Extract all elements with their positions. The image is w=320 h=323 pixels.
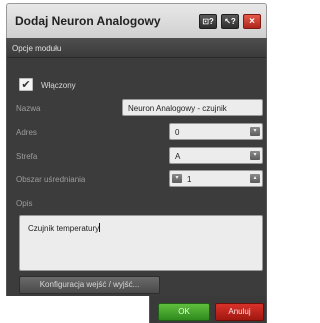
increment-icon[interactable]: ▴ <box>250 174 260 183</box>
name-label: Nazwa <box>16 104 41 113</box>
chevron-down-icon[interactable]: ▾ <box>250 151 260 160</box>
zone-label: Strefa <box>16 152 38 161</box>
io-configuration-button[interactable]: Konfiguracja wejść / wyjść... <box>19 276 160 294</box>
section-header: Opcje modułu <box>7 38 266 58</box>
cancel-button[interactable]: Anuluj <box>215 303 264 321</box>
ok-button[interactable]: OK <box>158 303 210 321</box>
averaging-area-label: Obszar uśredniania <box>16 175 86 184</box>
title-bar: Dodaj Neuron Analogowy ⊡? ↖? × <box>6 3 267 38</box>
dialog-body: Opcje modułu ✔ Włączony Nazwa Neuron Ana… <box>6 38 267 296</box>
averaging-area-value: 1 <box>187 175 192 184</box>
dialog-title: Dodaj Neuron Analogowy <box>15 14 161 28</box>
address-label: Adres <box>16 128 37 137</box>
averaging-area-stepper[interactable]: ▾ 1 ▴ <box>169 170 263 187</box>
decrement-icon[interactable]: ▾ <box>172 174 182 183</box>
text-caret <box>99 223 101 232</box>
name-value: Neuron Analogowy - czujnik <box>128 104 227 113</box>
add-analog-neuron-dialog: Dodaj Neuron Analogowy ⊡? ↖? × Opcje mod… <box>6 3 267 323</box>
description-label: Opis <box>16 199 33 208</box>
enabled-label: Włączony <box>41 81 76 90</box>
help-button[interactable]: ⊡? <box>199 14 217 29</box>
zone-select[interactable]: A ▾ <box>169 147 263 164</box>
description-value: Czujnik temperatury <box>28 224 100 233</box>
address-select[interactable]: 0 ▾ <box>169 123 263 140</box>
name-input[interactable]: Neuron Analogowy - czujnik <box>122 99 263 116</box>
zone-value: A <box>175 152 181 161</box>
context-help-button[interactable]: ↖? <box>221 14 239 29</box>
address-value: 0 <box>175 128 180 137</box>
chevron-down-icon[interactable]: ▾ <box>250 127 260 136</box>
description-textarea[interactable]: Czujnik temperatury <box>19 215 263 271</box>
close-button[interactable]: × <box>243 14 261 29</box>
dialog-footer: OK Anuluj <box>149 296 267 323</box>
enabled-checkbox[interactable]: ✔ <box>19 78 33 91</box>
